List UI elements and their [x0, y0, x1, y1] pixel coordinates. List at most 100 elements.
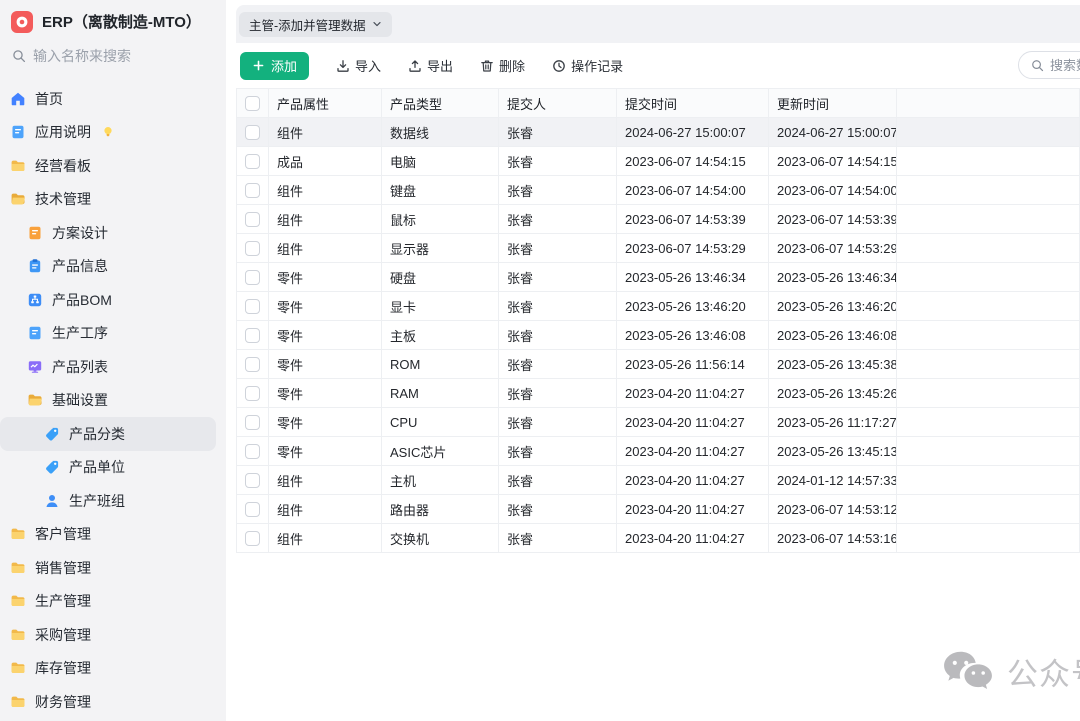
- sidebar-item-scheme-design[interactable]: 方案设计: [0, 216, 216, 250]
- sidebar-item-label: 产品BOM: [52, 290, 112, 310]
- row-checkbox[interactable]: [245, 386, 260, 401]
- empty-cell: [897, 147, 1080, 176]
- submit-time: 2023-04-20 11:04:27: [617, 524, 769, 553]
- sidebar-item-label: 基础设置: [52, 390, 108, 410]
- sidebar-item-production-process[interactable]: 生产工序: [0, 317, 216, 351]
- row-checkbox-cell: [237, 118, 269, 147]
- submit-time: 2023-04-20 11:04:27: [617, 466, 769, 495]
- row-checkbox[interactable]: [245, 299, 260, 314]
- sidebar-item-sales-mgmt[interactable]: 销售管理: [0, 551, 216, 585]
- sidebar-item-basic-settings[interactable]: 基础设置: [0, 384, 216, 418]
- sidebar-item-product-unit[interactable]: 产品单位: [0, 451, 216, 485]
- product-attribute: 零件: [269, 350, 382, 379]
- view-selector-dropdown[interactable]: 主管-添加并管理数据: [239, 12, 392, 37]
- update-time: 2024-06-27 15:00:07: [769, 118, 897, 147]
- sidebar-item-product-category[interactable]: 产品分类: [0, 417, 216, 451]
- submitter: 张睿: [499, 147, 617, 176]
- submit-time: 2023-04-20 11:04:27: [617, 408, 769, 437]
- delete-button[interactable]: 删除: [480, 56, 525, 75]
- bom-icon: [27, 292, 43, 308]
- doc-orange-icon: [27, 225, 43, 241]
- search-icon: [1031, 59, 1044, 72]
- update-time: 2023-05-26 13:45:26: [769, 379, 897, 408]
- sidebar-item-label: 库存管理: [35, 658, 91, 678]
- row-checkbox[interactable]: [245, 270, 260, 285]
- row-checkbox[interactable]: [245, 444, 260, 459]
- sidebar-item-inventory-mgmt[interactable]: 库存管理: [0, 652, 216, 686]
- sidebar-item-product-bom[interactable]: 产品BOM: [0, 283, 216, 317]
- sidebar-menu: 首页应用说明经营看板技术管理方案设计产品信息产品BOM 生产工序产品列表基础设置产…: [0, 78, 226, 719]
- column-header: 产品类型: [382, 89, 499, 118]
- table-row: 零件ROM张睿2023-05-26 11:56:142023-05-26 13:…: [237, 350, 1080, 379]
- row-checkbox-cell: [237, 524, 269, 553]
- tag-icon: [44, 459, 60, 475]
- sidebar-item-finance-mgmt[interactable]: 财务管理: [0, 685, 216, 719]
- product-attribute: 组件: [269, 176, 382, 205]
- user-icon: [44, 493, 60, 509]
- submitter: 张睿: [499, 379, 617, 408]
- sidebar-item-tech-mgmt[interactable]: 技术管理: [0, 183, 216, 217]
- table-row: 组件显示器张睿2023-06-07 14:53:292023-06-07 14:…: [237, 234, 1080, 263]
- table-search-input[interactable]: [1050, 58, 1080, 73]
- folder-icon: [10, 627, 26, 643]
- export-button[interactable]: 导出: [408, 56, 453, 75]
- update-time: 2023-05-26 13:45:13: [769, 437, 897, 466]
- import-button[interactable]: 导入: [336, 56, 381, 75]
- row-checkbox[interactable]: [245, 125, 260, 140]
- row-checkbox[interactable]: [245, 357, 260, 372]
- table-search: [1018, 51, 1080, 79]
- table-row: 零件CPU张睿2023-04-20 11:04:272023-05-26 11:…: [237, 408, 1080, 437]
- row-checkbox-cell: [237, 234, 269, 263]
- row-checkbox[interactable]: [245, 328, 260, 343]
- add-button[interactable]: 添加: [240, 52, 309, 80]
- sidebar-item-business-board[interactable]: 经营看板: [0, 149, 216, 183]
- view-selector-bar: 主管-添加并管理数据: [236, 5, 1080, 43]
- empty-cell: [897, 205, 1080, 234]
- row-checkbox[interactable]: [245, 183, 260, 198]
- sidebar-item-home[interactable]: 首页: [0, 82, 216, 116]
- sidebar-item-purchase-mgmt[interactable]: 采购管理: [0, 618, 216, 652]
- submit-time: 2023-05-26 13:46:34: [617, 263, 769, 292]
- sidebar-item-label: 采购管理: [35, 625, 91, 645]
- product-attribute: 零件: [269, 379, 382, 408]
- row-checkbox-cell: [237, 147, 269, 176]
- product-type: RAM: [382, 379, 499, 408]
- update-time: 2023-06-07 14:53:29: [769, 234, 897, 263]
- table-row: 零件RAM张睿2023-04-20 11:04:272023-05-26 13:…: [237, 379, 1080, 408]
- row-checkbox[interactable]: [245, 502, 260, 517]
- submit-time: 2023-06-07 14:54:15: [617, 147, 769, 176]
- empty-cell: [897, 263, 1080, 292]
- sidebar-item-app-guide[interactable]: 应用说明: [0, 116, 216, 150]
- sidebar-item-product-list[interactable]: 产品列表: [0, 350, 216, 384]
- table-row: 成品电脑张睿2023-06-07 14:54:152023-06-07 14:5…: [237, 147, 1080, 176]
- sidebar-item-production-team[interactable]: 生产班组: [0, 484, 216, 518]
- product-type: 路由器: [382, 495, 499, 524]
- select-all-checkbox[interactable]: [245, 96, 260, 111]
- product-attribute: 组件: [269, 466, 382, 495]
- sidebar-item-production-mgmt[interactable]: 生产管理: [0, 585, 216, 619]
- product-type: ROM: [382, 350, 499, 379]
- row-checkbox[interactable]: [245, 473, 260, 488]
- export-button-label: 导出: [427, 56, 453, 75]
- row-checkbox[interactable]: [245, 154, 260, 169]
- data-table: 产品属性产品类型提交人提交时间更新时间 组件数据线张睿2024-06-27 15…: [236, 88, 1080, 553]
- row-checkbox[interactable]: [245, 531, 260, 546]
- product-type: 数据线: [382, 118, 499, 147]
- view-selector-label: 主管-添加并管理数据: [249, 15, 366, 34]
- row-checkbox-cell: [237, 466, 269, 495]
- doc-blue-icon: [27, 325, 43, 341]
- history-button[interactable]: 操作记录: [552, 56, 623, 75]
- sidebar-item-customer-mgmt[interactable]: 客户管理: [0, 518, 216, 552]
- product-type: 显示器: [382, 234, 499, 263]
- row-checkbox[interactable]: [245, 241, 260, 256]
- sidebar-item-product-info[interactable]: 产品信息: [0, 250, 216, 284]
- update-time: 2024-01-12 14:57:33: [769, 466, 897, 495]
- table-row: 零件ASIC芯片张睿2023-04-20 11:04:272023-05-26 …: [237, 437, 1080, 466]
- row-checkbox[interactable]: [245, 212, 260, 227]
- row-checkbox[interactable]: [245, 415, 260, 430]
- update-time: 2023-05-26 13:46:34: [769, 263, 897, 292]
- row-checkbox-cell: [237, 495, 269, 524]
- update-time: 2023-06-07 14:54:15: [769, 147, 897, 176]
- sidebar-item-label: 财务管理: [35, 692, 91, 712]
- sidebar-search-input[interactable]: [33, 48, 193, 64]
